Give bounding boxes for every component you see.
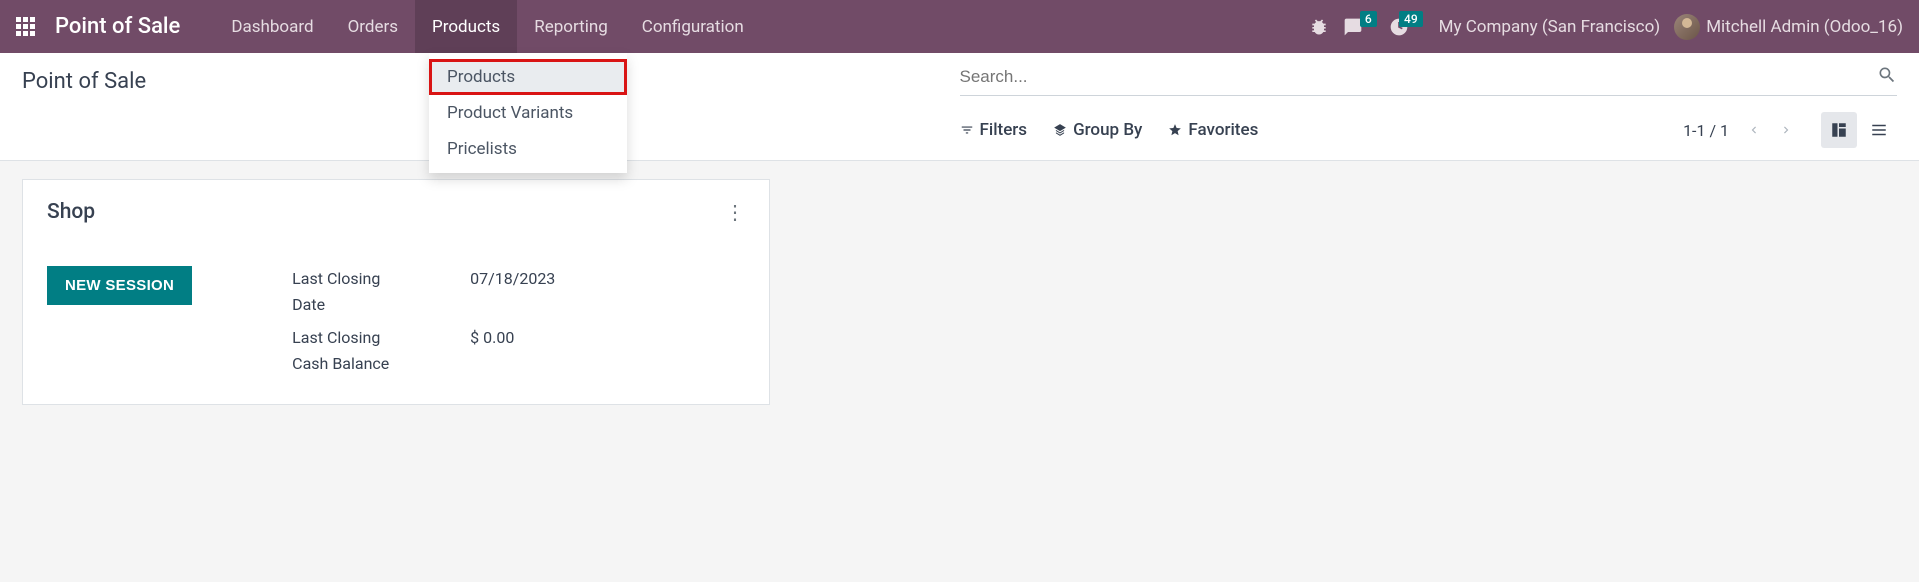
pager-next[interactable] [1779, 118, 1793, 142]
favorites-button[interactable]: Favorites [1168, 120, 1258, 140]
avatar [1674, 14, 1700, 40]
tools-row: Filters Group By Favorites 1-1 / 1 [960, 112, 1898, 148]
stat-label-cash-balance: Last Closing Cash Balance [292, 325, 402, 376]
dropdown-item-products[interactable]: Products [429, 59, 627, 95]
messages-badge: 6 [1360, 11, 1377, 27]
app-title[interactable]: Point of Sale [55, 14, 180, 39]
nav-products[interactable]: Products [415, 0, 517, 53]
pos-card: Shop ⋮ NEW SESSION Last Closing Date 07/… [22, 179, 770, 405]
stat-value-cash-balance: $ 0.00 [470, 325, 580, 376]
products-dropdown: Products Product Variants Pricelists [429, 53, 627, 173]
company-selector[interactable]: My Company (San Francisco) [1439, 17, 1661, 37]
user-menu[interactable]: Mitchell Admin (Odoo_16) [1674, 14, 1903, 40]
search-row [960, 65, 1898, 96]
card-stats: Last Closing Date 07/18/2023 Last Closin… [292, 266, 580, 384]
messages-icon[interactable]: 6 [1343, 17, 1363, 37]
favorites-label: Favorites [1188, 120, 1258, 140]
activities-icon[interactable]: 49 [1389, 17, 1409, 37]
nav-orders[interactable]: Orders [331, 0, 415, 53]
nav-configuration[interactable]: Configuration [625, 0, 761, 53]
dropdown-item-product-variants[interactable]: Product Variants [429, 95, 627, 131]
filters-label: Filters [980, 120, 1028, 140]
filters-button[interactable]: Filters [960, 120, 1028, 140]
group-by-label: Group By [1073, 120, 1142, 140]
kanban-view-icon[interactable] [1821, 112, 1857, 148]
activities-badge: 49 [1399, 11, 1423, 27]
pager-text: 1-1 / 1 [1683, 121, 1729, 140]
content: Shop ⋮ NEW SESSION Last Closing Date 07/… [0, 161, 1919, 423]
stat-label-closing-date: Last Closing Date [292, 266, 402, 317]
dropdown-item-pricelists[interactable]: Pricelists [429, 131, 627, 167]
list-view-icon[interactable] [1861, 112, 1897, 148]
group-by-button[interactable]: Group By [1053, 120, 1142, 140]
nav-reporting[interactable]: Reporting [517, 0, 625, 53]
stat-value-closing-date: 07/18/2023 [470, 266, 580, 317]
topbar-right: 6 49 My Company (San Francisco) Mitchell… [1309, 14, 1903, 40]
card-title: Shop [47, 200, 95, 224]
topbar: Point of Sale Dashboard Orders Products … [0, 0, 1919, 53]
bug-icon[interactable] [1309, 17, 1329, 37]
search-input[interactable] [960, 67, 1878, 87]
pager: 1-1 / 1 [1683, 112, 1897, 148]
apps-icon[interactable] [16, 17, 35, 36]
new-session-button[interactable]: NEW SESSION [47, 266, 192, 305]
pager-prev[interactable] [1747, 118, 1761, 142]
view-switcher [1821, 112, 1897, 148]
card-menu-icon[interactable]: ⋮ [725, 205, 745, 219]
search-icon[interactable] [1877, 65, 1897, 89]
user-label: Mitchell Admin (Odoo_16) [1706, 17, 1903, 37]
nav-dashboard[interactable]: Dashboard [214, 0, 330, 53]
control-panel: Point of Sale Filters Group By Favorites [0, 53, 1919, 161]
